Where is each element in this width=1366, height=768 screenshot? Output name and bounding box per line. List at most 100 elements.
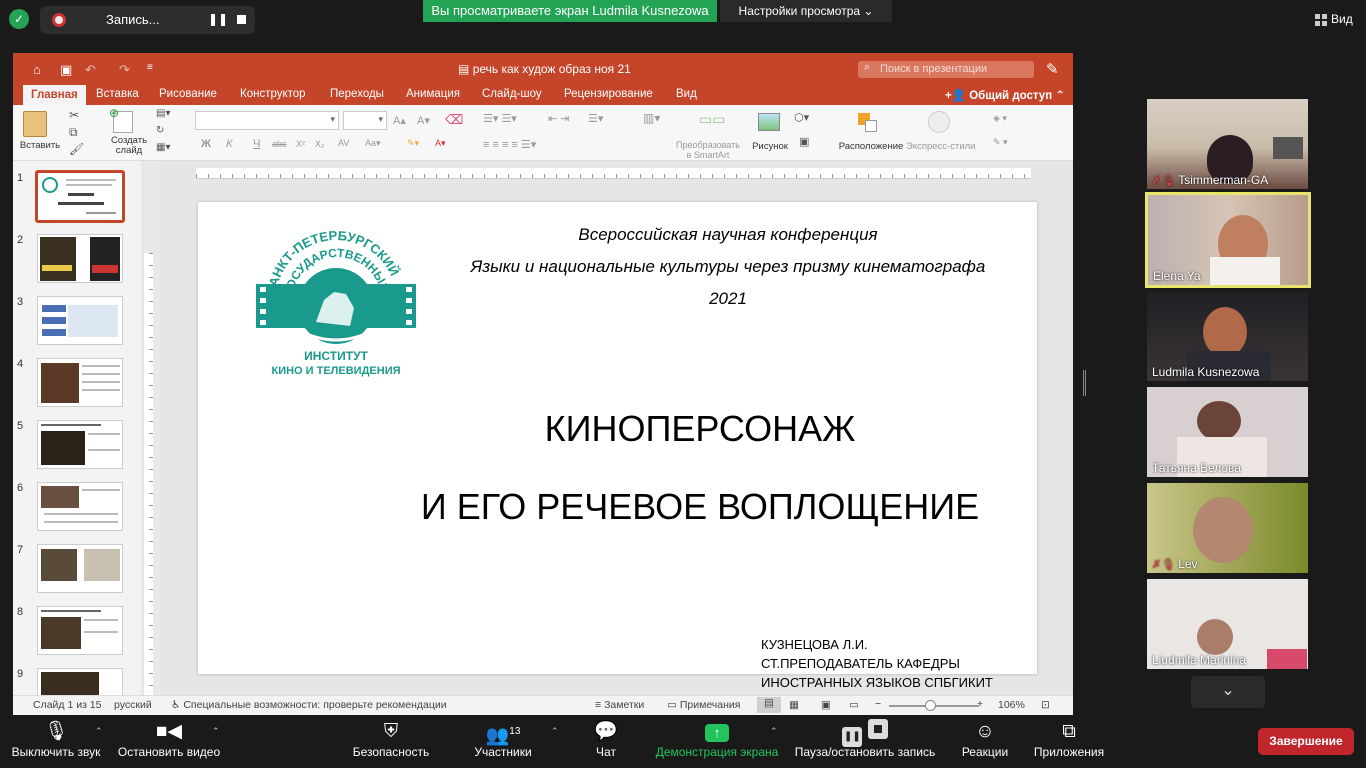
char-spacing-icon[interactable]: AV	[338, 138, 349, 148]
arrange-icon[interactable]	[858, 113, 878, 133]
subscript-icon[interactable]: X₂	[315, 139, 325, 149]
highlight-icon[interactable]: ✎▾	[407, 138, 419, 149]
home-icon[interactable]: ⌂	[33, 62, 41, 77]
end-meeting-button[interactable]: Завершение	[1258, 728, 1354, 755]
view-settings-button[interactable]: Настройки просмотра ⌄	[720, 0, 892, 22]
font-size-select[interactable]: ▾	[343, 111, 387, 130]
slide-thumbnail[interactable]	[37, 420, 123, 469]
zoom-out-icon[interactable]: −	[875, 698, 881, 710]
audio-options-chevron-icon[interactable]: ⌃	[95, 726, 103, 737]
bullets-icon[interactable]: ☰▾ ☰▾	[483, 112, 517, 125]
share-button[interactable]: +👤 Общий доступ ⌃	[945, 88, 1065, 102]
tab-transitions[interactable]: Переходы	[330, 88, 384, 100]
shapes-icon[interactable]: ⬡▾	[794, 111, 809, 124]
align-icons[interactable]: ≡ ≡ ≡ ≡ ☰▾	[483, 138, 536, 151]
save-icon[interactable]: ▣	[60, 62, 72, 78]
redo-icon[interactable]: ↷	[119, 62, 130, 78]
video-options-chevron-icon[interactable]: ⌃	[212, 726, 220, 737]
shape-fill-icon[interactable]: ◈ ▾	[993, 113, 1007, 124]
columns-icon[interactable]: ▥▾	[643, 111, 660, 125]
decrease-font-icon[interactable]: A▾	[417, 114, 430, 127]
font-color-icon[interactable]: A▾	[435, 138, 446, 149]
tab-slideshow[interactable]: Слайд-шоу	[482, 88, 542, 100]
security-shield-icon[interactable]: ✓	[9, 9, 29, 29]
textbox-icon[interactable]: ▣	[799, 135, 809, 148]
slide-thumbnail[interactable]	[37, 668, 123, 695]
paste-button[interactable]: Вставить	[17, 140, 63, 151]
participant-video[interactable]: ✗🎙 Tsimmerman-GA	[1147, 99, 1308, 189]
reactions-button[interactable]: ☺ Реакции	[956, 719, 1014, 759]
share-screen-button[interactable]: ↑ Демонстрация экрана	[652, 719, 782, 759]
cut-icon[interactable]: ✂	[69, 108, 79, 122]
participant-video[interactable]: Liudmila Marinina	[1147, 579, 1308, 669]
slide-thumbnail[interactable]	[35, 170, 125, 223]
panel-resize-handle[interactable]	[1083, 370, 1086, 396]
new-slide-button[interactable]: Создать слайд	[107, 136, 151, 156]
copy-icon[interactable]: ⧉	[69, 125, 78, 140]
font-family-select[interactable]: ▾	[195, 111, 339, 130]
stop-video-button[interactable]: ■◀ Остановить видео	[114, 719, 224, 759]
slide-thumbnail[interactable]	[37, 482, 123, 531]
participants-button[interactable]: 👥13 Участники	[468, 719, 538, 759]
slide-thumbnail[interactable]	[37, 544, 123, 593]
profile-icon[interactable]: ✎	[1046, 60, 1059, 78]
slide-thumbnail[interactable]	[37, 606, 123, 655]
mute-button[interactable]: 🎙 Выключить звук	[6, 719, 106, 759]
comments-button[interactable]: ▭ Примечания	[667, 699, 740, 711]
slideshow-icon[interactable]: ▭	[849, 699, 859, 711]
share-options-chevron-icon[interactable]: ⌃	[770, 726, 778, 737]
accessibility-status[interactable]: ♿ Специальные возможности: проверьте рек…	[171, 699, 447, 711]
bold-icon[interactable]: Ж	[201, 138, 211, 150]
layout-icon[interactable]: ▤▾	[156, 108, 170, 119]
fit-slide-icon[interactable]: ⊡	[1041, 699, 1050, 711]
indent-icon[interactable]: ⇤ ⇥	[548, 112, 570, 125]
tab-home[interactable]: Главная	[23, 85, 86, 105]
underline-icon[interactable]: Ч	[253, 138, 260, 150]
increase-font-icon[interactable]: A▴	[393, 114, 406, 127]
zoom-level[interactable]: 106%	[998, 699, 1025, 711]
slide-sorter-icon[interactable]: ▦	[789, 699, 799, 711]
picture-button[interactable]: Рисунок	[748, 141, 792, 152]
slide-thumbnail[interactable]	[37, 234, 123, 283]
notes-button[interactable]: ≡ Заметки	[595, 699, 644, 711]
language-indicator[interactable]: русский	[114, 699, 152, 711]
view-button[interactable]: Вид	[1331, 12, 1353, 26]
participants-chevron-icon[interactable]: ⌃	[551, 726, 559, 737]
participant-video[interactable]: ✗🎙 Lev	[1147, 483, 1308, 573]
search-input[interactable]: Поиск в презентации	[858, 61, 1034, 78]
participant-video[interactable]: Ludmila Kusnezowa	[1147, 291, 1308, 381]
smartart-icon[interactable]: ▭▭	[699, 111, 725, 129]
security-button[interactable]: ⛨ Безопасность	[350, 719, 432, 759]
participant-video[interactable]: Татьяна Белова	[1147, 387, 1308, 477]
scroll-down-button[interactable]: ⌄	[1191, 676, 1265, 708]
quick-styles-icon[interactable]	[928, 111, 950, 133]
reset-icon[interactable]: ↻	[156, 125, 164, 136]
apps-button[interactable]: ⧉ Приложения	[1030, 719, 1108, 759]
format-painter-icon[interactable]: 🖌	[69, 142, 84, 156]
zoom-in-icon[interactable]: +	[977, 698, 983, 710]
stop-recording-icon[interactable]	[237, 15, 246, 24]
picture-icon[interactable]	[758, 113, 780, 131]
arrange-button[interactable]: Расположение	[835, 141, 907, 152]
quick-styles-button[interactable]: Экспресс-стили	[906, 141, 986, 152]
chat-button[interactable]: 💬 Чат	[586, 719, 626, 759]
tab-animations[interactable]: Анимация	[406, 88, 460, 100]
gallery-view-icon[interactable]	[1315, 14, 1327, 26]
tab-review[interactable]: Рецензирование	[564, 88, 653, 100]
tab-design[interactable]: Конструктор	[240, 88, 306, 100]
tab-insert[interactable]: Вставка	[96, 88, 139, 100]
new-slide-icon[interactable]: ⊕	[109, 106, 133, 133]
slide-thumbnail[interactable]	[37, 296, 123, 345]
clipboard-icon[interactable]	[23, 111, 47, 137]
current-slide[interactable]: САНКТ-ПЕТЕРБУРГСКИЙ ГОСУДАРСТВЕННЫЙ ИНСТ…	[198, 202, 1037, 690]
convert-smartart-button[interactable]: Преобразовать в SmartArt	[668, 140, 748, 160]
italic-icon[interactable]: К	[226, 138, 232, 150]
reading-view-icon[interactable]: ▣	[821, 699, 831, 711]
slide-thumbnail[interactable]	[37, 358, 123, 407]
normal-view-icon[interactable]: ▤	[757, 697, 781, 713]
participant-video-active[interactable]: Elena Ya	[1145, 192, 1311, 288]
tab-view[interactable]: Вид	[676, 88, 697, 100]
undo-icon[interactable]: ↶	[85, 62, 96, 78]
customize-toolbar-icon[interactable]: ≡	[147, 62, 153, 73]
clear-format-icon[interactable]: ⌫	[445, 112, 463, 128]
